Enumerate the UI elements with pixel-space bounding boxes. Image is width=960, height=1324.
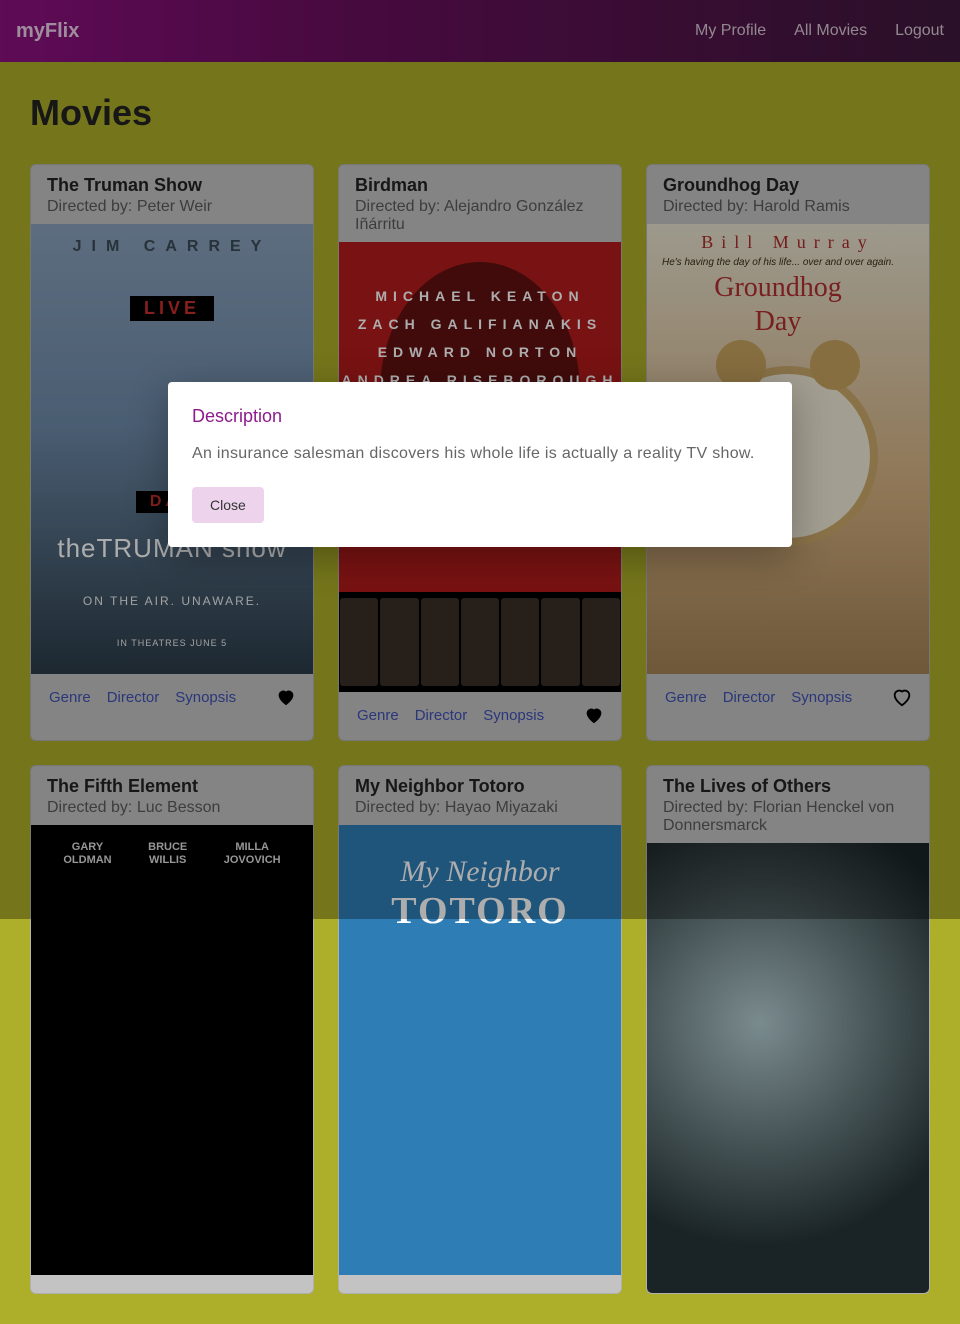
dialog-body: An insurance salesman discovers his whol…	[192, 445, 768, 463]
close-button[interactable]: Close	[192, 487, 264, 523]
dialog-title: Description	[192, 406, 768, 427]
description-dialog: Description An insurance salesman discov…	[168, 382, 792, 547]
